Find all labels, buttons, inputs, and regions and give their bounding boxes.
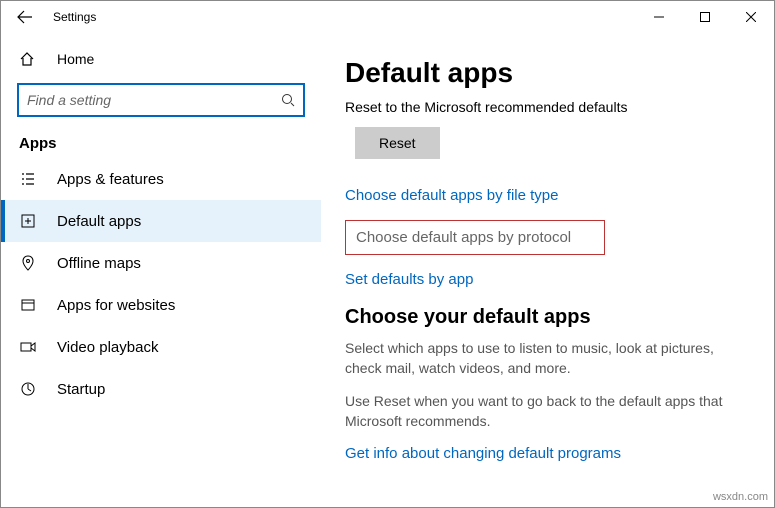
sidebar-item-video-playback[interactable]: Video playback	[1, 326, 321, 368]
map-icon	[19, 254, 37, 272]
home-label: Home	[57, 51, 94, 67]
sidebar: Home Apps Apps & features Default apps	[1, 33, 321, 507]
minimize-icon	[654, 12, 664, 22]
window-controls	[636, 1, 774, 33]
back-button[interactable]	[13, 5, 37, 29]
defaults-icon	[19, 212, 37, 230]
startup-icon	[19, 380, 37, 398]
search-icon	[281, 93, 295, 107]
link-set-defaults-by-app[interactable]: Set defaults by app	[345, 271, 750, 288]
sidebar-item-default-apps[interactable]: Default apps	[1, 200, 321, 242]
sidebar-item-apps-features[interactable]: Apps & features	[1, 158, 321, 200]
maximize-button[interactable]	[682, 1, 728, 33]
reset-button[interactable]: Reset	[355, 127, 440, 159]
link-choose-by-file-type[interactable]: Choose default apps by file type	[345, 187, 750, 204]
sidebar-item-apps-websites[interactable]: Apps for websites	[1, 284, 321, 326]
list-icon	[19, 170, 37, 188]
search-input[interactable]	[27, 92, 281, 108]
link-get-info[interactable]: Get info about changing default programs	[345, 445, 750, 462]
sidebar-item-offline-maps[interactable]: Offline maps	[1, 242, 321, 284]
reset-advice: Use Reset when you want to go back to th…	[345, 392, 750, 431]
link-choose-by-protocol[interactable]: Choose default apps by protocol	[345, 220, 605, 255]
websites-icon	[19, 296, 37, 314]
watermark: wsxdn.com	[713, 491, 768, 503]
sidebar-item-label: Offline maps	[57, 255, 141, 272]
main-content: Default apps Reset to the Microsoft reco…	[321, 33, 774, 507]
close-button[interactable]	[728, 1, 774, 33]
home-icon	[19, 51, 37, 67]
reset-description: Reset to the Microsoft recommended defau…	[345, 99, 750, 115]
sidebar-section-title: Apps	[1, 135, 321, 158]
page-title: Default apps	[345, 57, 750, 89]
close-icon	[746, 12, 756, 22]
home-nav[interactable]: Home	[1, 41, 321, 77]
sidebar-item-label: Video playback	[57, 339, 158, 356]
maximize-icon	[700, 12, 710, 22]
search-box[interactable]	[17, 83, 305, 117]
video-icon	[19, 338, 37, 356]
choose-description: Select which apps to use to listen to mu…	[345, 339, 750, 378]
sidebar-item-label: Startup	[57, 381, 105, 398]
titlebar: Settings	[1, 1, 774, 33]
sidebar-item-label: Default apps	[57, 213, 141, 230]
window-title: Settings	[53, 10, 96, 24]
arrow-left-icon	[17, 9, 33, 25]
sidebar-item-label: Apps for websites	[57, 297, 175, 314]
choose-heading: Choose your default apps	[345, 306, 750, 329]
sidebar-item-label: Apps & features	[57, 171, 164, 188]
sidebar-item-startup[interactable]: Startup	[1, 368, 321, 410]
minimize-button[interactable]	[636, 1, 682, 33]
